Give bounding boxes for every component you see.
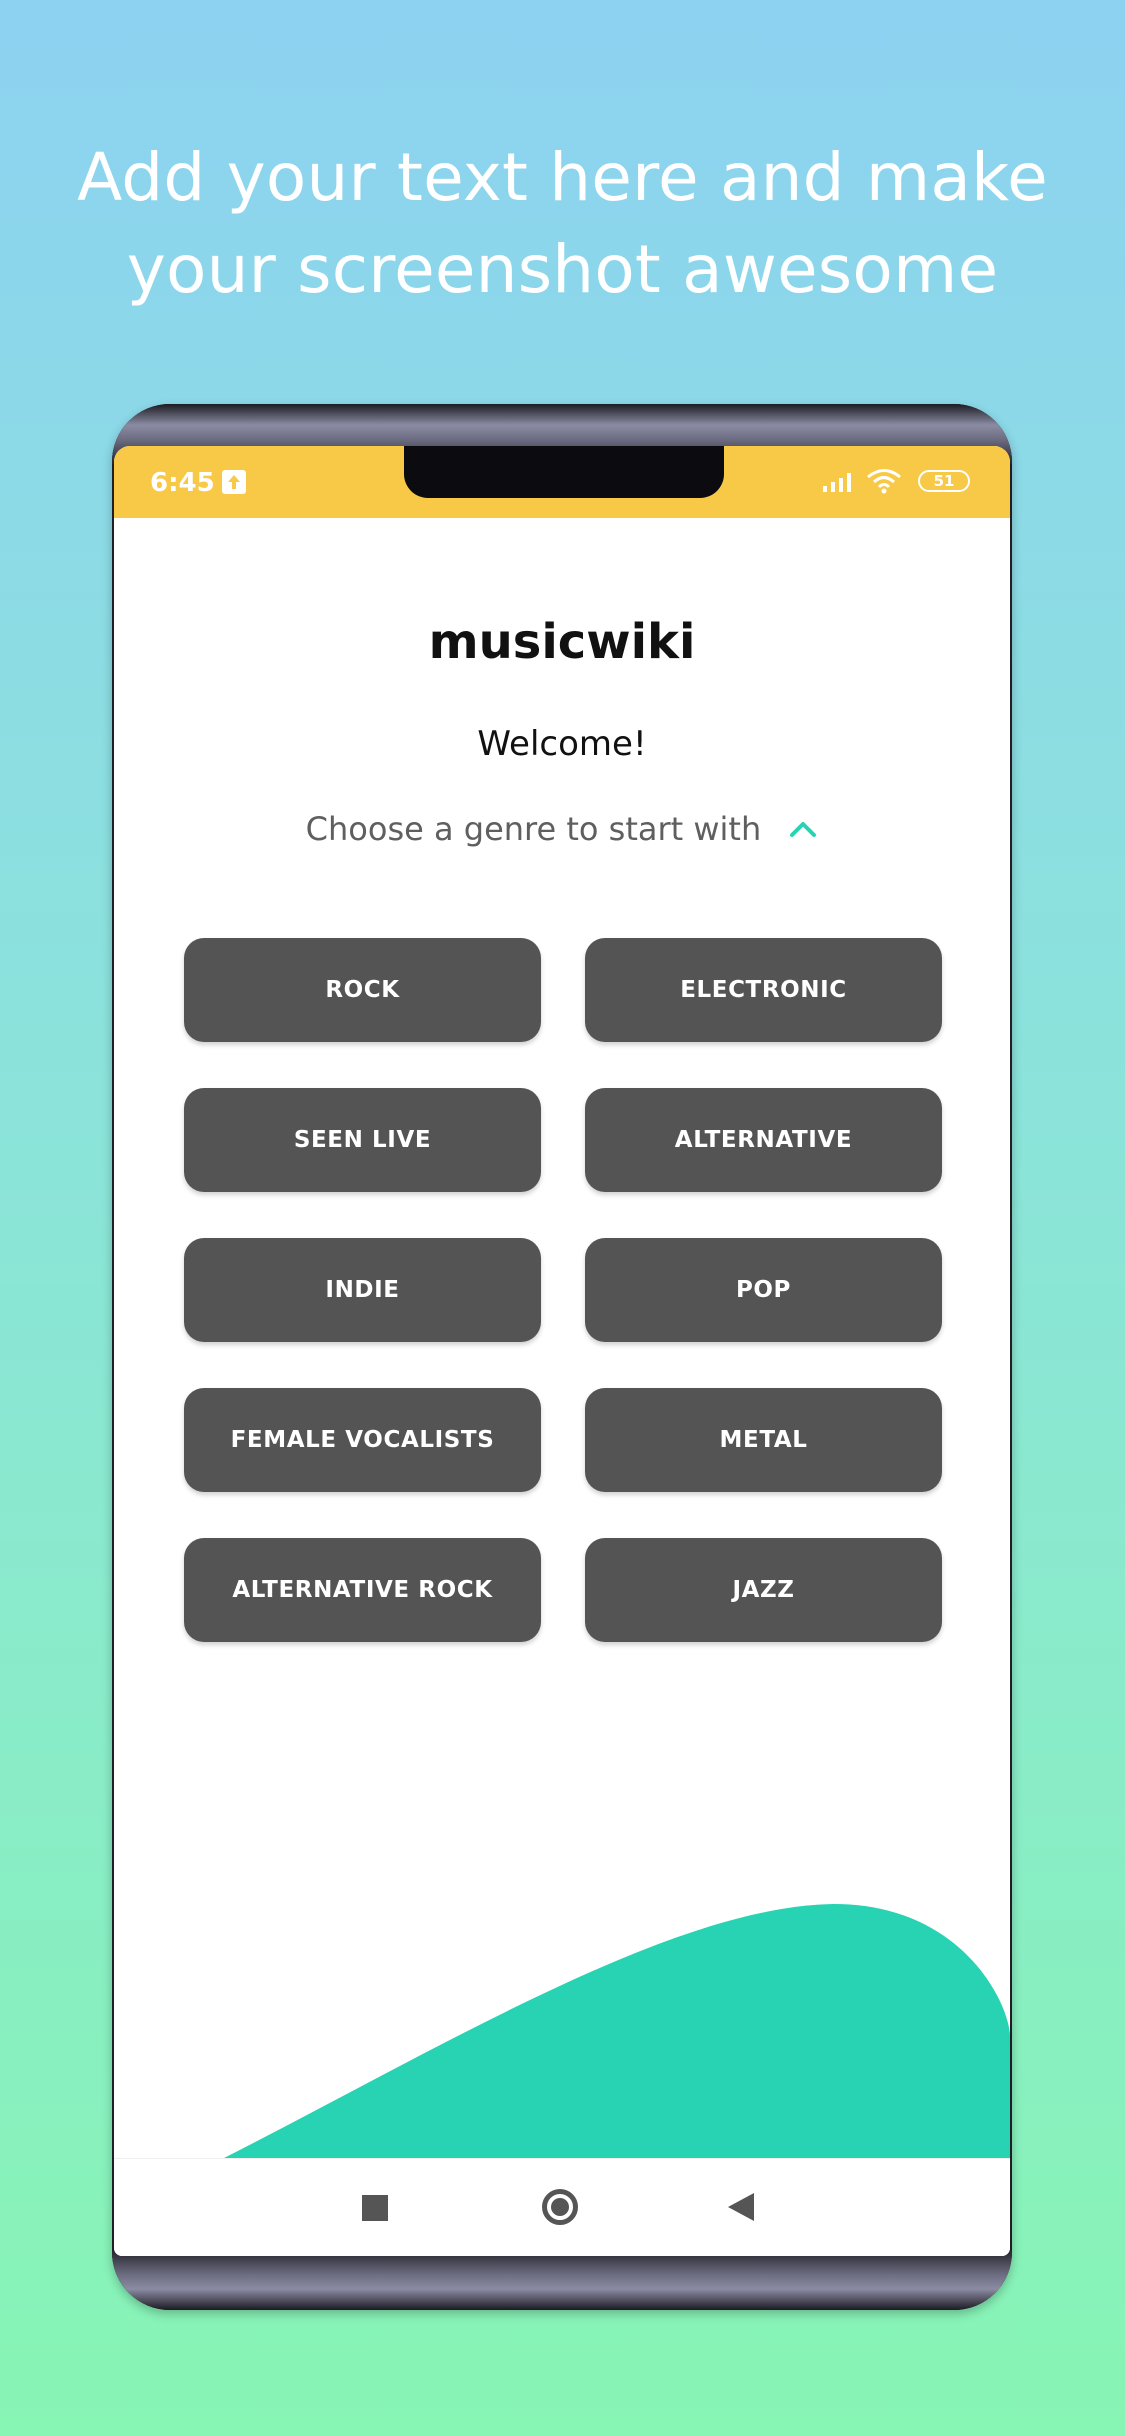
genre-grid: ROCK ELECTRONIC SEEN LIVE ALTERNATIVE IN… bbox=[184, 938, 942, 1642]
phone-frame: 6:45 51 musicwiki Welcome! Choose a genr… bbox=[112, 404, 1012, 2310]
signal-icon bbox=[822, 472, 856, 496]
headline-line-2: your screenshot awesome bbox=[126, 231, 999, 308]
upload-icon bbox=[222, 470, 246, 494]
marketing-headline: Add your text here and make your screens… bbox=[0, 132, 1125, 316]
phone-bottom-edge bbox=[112, 2250, 1012, 2310]
wifi-icon bbox=[866, 468, 902, 498]
genre-button-seen-live[interactable]: SEEN LIVE bbox=[184, 1088, 541, 1192]
genre-button-pop[interactable]: POP bbox=[585, 1238, 942, 1342]
headline-line-1: Add your text here and make bbox=[77, 139, 1048, 216]
welcome-text: Welcome! bbox=[477, 724, 647, 764]
system-nav-bar bbox=[114, 2158, 1010, 2256]
camera-notch bbox=[404, 446, 724, 498]
back-triangle-icon[interactable] bbox=[728, 2193, 754, 2221]
genre-button-rock[interactable]: ROCK bbox=[184, 938, 541, 1042]
genre-prompt-row[interactable]: Choose a genre to start with bbox=[114, 810, 1010, 860]
chevron-up-icon[interactable] bbox=[788, 819, 818, 839]
square-icon[interactable] bbox=[362, 2195, 388, 2221]
status-time: 6:45 bbox=[150, 468, 215, 498]
app-title: musicwiki bbox=[428, 614, 696, 670]
decorative-wave bbox=[224, 1904, 1010, 2158]
genre-button-metal[interactable]: METAL bbox=[585, 1388, 942, 1492]
phone-screen: 6:45 51 musicwiki Welcome! Choose a genr… bbox=[114, 446, 1010, 2256]
genre-button-electronic[interactable]: ELECTRONIC bbox=[585, 938, 942, 1042]
home-circle-icon[interactable] bbox=[542, 2189, 578, 2225]
genre-button-alternative[interactable]: ALTERNATIVE bbox=[585, 1088, 942, 1192]
genre-button-alternative-rock[interactable]: ALTERNATIVE ROCK bbox=[184, 1538, 541, 1642]
genre-button-jazz[interactable]: JAZZ bbox=[585, 1538, 942, 1642]
status-bar: 6:45 51 bbox=[114, 446, 1010, 518]
genre-button-indie[interactable]: INDIE bbox=[184, 1238, 541, 1342]
battery-icon: 51 bbox=[918, 470, 970, 492]
genre-button-female-vocalists[interactable]: FEMALE VOCALISTS bbox=[184, 1388, 541, 1492]
genre-prompt-text: Choose a genre to start with bbox=[305, 810, 762, 848]
